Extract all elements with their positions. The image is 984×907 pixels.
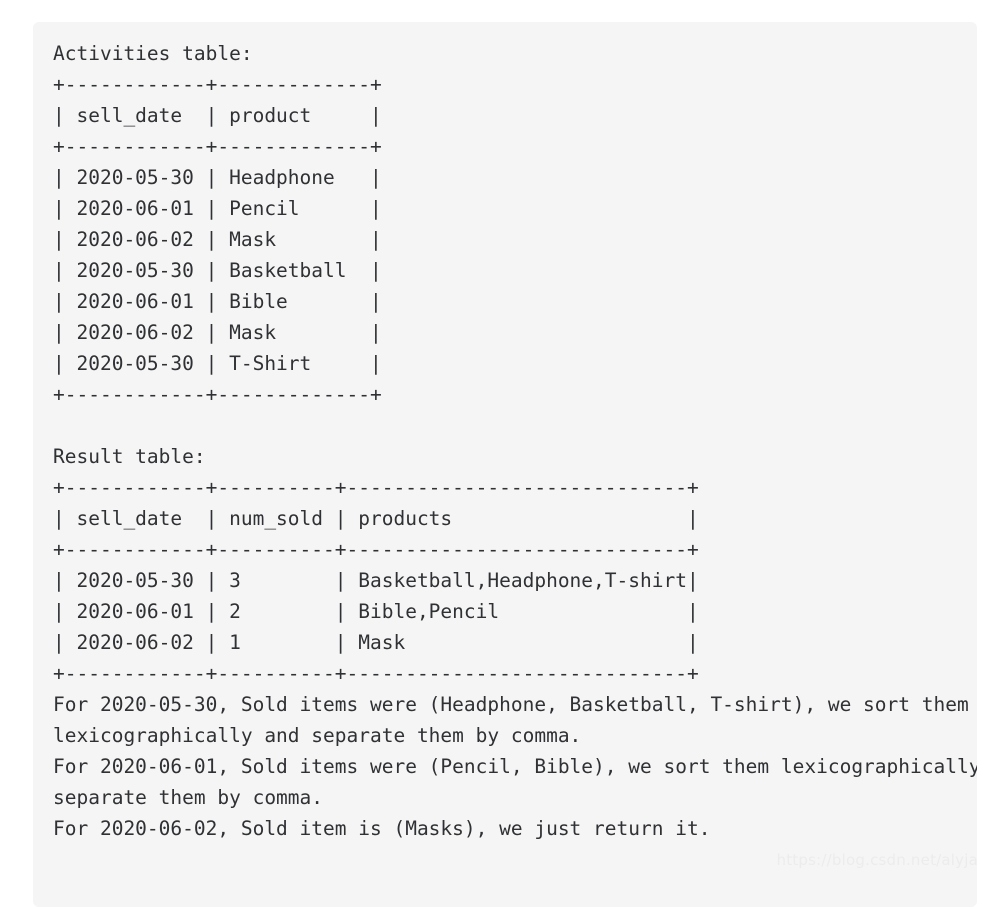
clipped-text-above-code-block: | | xyxy=(53,0,953,2)
watermark-url: https://blog.csdn.net/alyja xyxy=(776,851,978,869)
code-block: Activities table: +------------+--------… xyxy=(33,22,977,907)
code-block-text: Activities table: +------------+--------… xyxy=(53,42,977,840)
